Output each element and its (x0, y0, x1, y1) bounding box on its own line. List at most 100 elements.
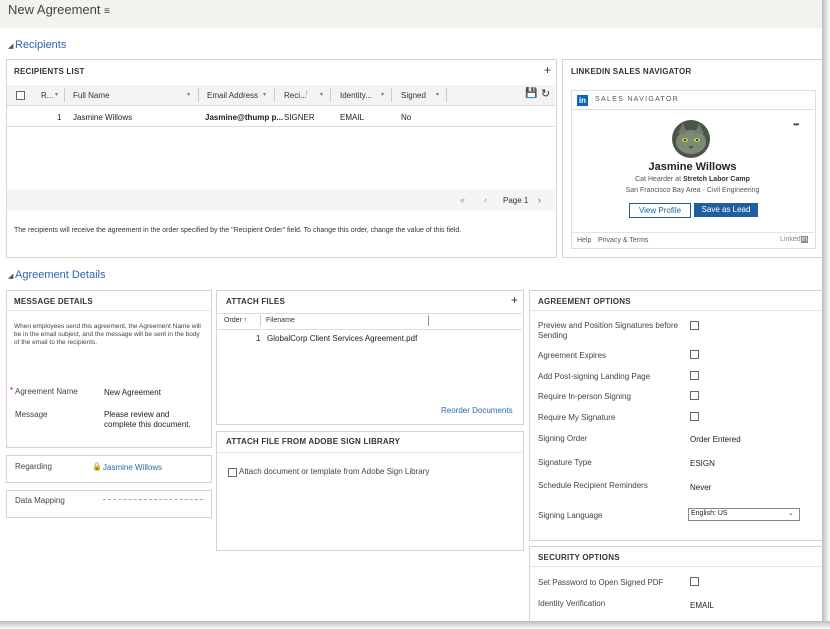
attach-files-title: ATTACH FILES (226, 297, 285, 306)
chevron-down-icon[interactable]: ▾ (381, 91, 384, 98)
section-agreement-details[interactable]: Agreement Details (15, 269, 106, 281)
attach-library-checkbox[interactable] (228, 468, 237, 477)
pager-bar (7, 189, 555, 211)
option-preview-position-checkbox[interactable] (690, 321, 699, 330)
window-shadow (0, 621, 830, 629)
file-name[interactable]: GlobalCorp Client Services Agreement.pdf (267, 334, 417, 343)
profile-company: Stretch Labor Camp (682, 176, 750, 183)
recipients-list-title: RECIPIENTS LIST (14, 67, 85, 76)
title-bar (0, 0, 822, 28)
password-option-label: Set Password to Open Signed PDF (538, 578, 664, 587)
option-my-signature-checkbox[interactable] (690, 412, 699, 421)
attach-library-label: Attach document or template from Adobe S… (239, 467, 430, 476)
option-in-person-label: Require In-person Signing (538, 392, 631, 401)
linkedin-panel-title: LINKEDIN SALES NAVIGATOR (571, 67, 692, 76)
chevron-down-icon[interactable]: ▾ (55, 91, 58, 98)
save-view-icon[interactable]: 💾 (525, 88, 537, 99)
col-separator (428, 315, 429, 326)
add-recipient-button[interactable]: + (544, 63, 551, 77)
option-in-person-checkbox[interactable] (690, 391, 699, 400)
file-order: 1 (256, 334, 261, 343)
linkedin-footer-logo: Linkedin (780, 236, 809, 243)
signature-type-field[interactable]: ESIGN (690, 459, 715, 468)
option-agreement-expires-checkbox[interactable] (690, 350, 699, 359)
col-separator (391, 88, 392, 102)
collapse-caret-icon[interactable]: ◢ (8, 272, 13, 280)
add-file-button[interactable]: + (511, 293, 518, 307)
chevron-down-icon[interactable]: ▾ (436, 91, 439, 98)
divider (7, 310, 210, 311)
chevron-down-icon[interactable]: ▾ (263, 91, 266, 98)
col-filename[interactable]: Filename (266, 317, 295, 324)
more-options-icon[interactable]: ••• (793, 120, 799, 129)
option-agreement-expires-label: Agreement Expires (538, 351, 607, 360)
adobe-library-panel (216, 431, 524, 551)
chevron-down-icon[interactable]: ▾ (320, 91, 323, 98)
agreement-name-field[interactable]: New Agreement (104, 388, 161, 397)
attach-files-panel (216, 290, 524, 425)
linkedin-footer-text: Linked (780, 236, 801, 243)
message-label: Message (15, 410, 48, 419)
col-order[interactable]: Order ↑ (224, 317, 247, 324)
signing-language-value: English: US (691, 510, 728, 517)
reorder-documents-link[interactable]: Reorder Documents (441, 406, 513, 415)
profile-title-prefix: Cat Hearder at (635, 176, 683, 183)
data-mapping-field[interactable] (103, 499, 203, 501)
page-indicator: Page 1 (503, 196, 529, 205)
col-separator (446, 88, 447, 102)
reminders-label: Schedule Recipient Reminders (538, 481, 648, 490)
section-recipients[interactable]: Recipients (15, 39, 66, 51)
option-my-signature-label: Require My Signature (538, 413, 616, 422)
col-identity[interactable]: Identity... (340, 91, 372, 100)
sort-up-icon[interactable]: ↑ (305, 90, 309, 97)
col-signed[interactable]: Signed (401, 91, 426, 100)
row-signed: No (401, 113, 412, 122)
col-order[interactable]: R... (41, 91, 53, 100)
regarding-link[interactable]: Jasmine Willows (103, 463, 162, 472)
profile-name[interactable]: Jasmine Willows (571, 161, 814, 173)
col-separator (330, 88, 331, 102)
col-separator (274, 88, 275, 102)
linkedin-footer-in: in (800, 236, 809, 243)
linkedin-logo-icon: in (577, 95, 588, 106)
option-landing-page-label: Add Post-signing Landing Page (538, 372, 651, 381)
agreement-name-label: Agreement Name (15, 387, 78, 396)
password-option-checkbox[interactable] (690, 577, 699, 586)
row-email[interactable]: Jasmine@thump p... (205, 113, 283, 122)
next-page-button[interactable]: › (538, 195, 541, 205)
chevron-down-icon[interactable]: ⌄ (788, 509, 794, 517)
divider (571, 232, 814, 233)
required-marker: * (10, 386, 14, 395)
row-role: SIGNER (284, 113, 315, 122)
row-identity: EMAIL (340, 113, 365, 122)
col-separator (260, 315, 261, 326)
save-as-lead-button[interactable]: Save as Lead (694, 203, 758, 217)
files-header-row (217, 313, 522, 330)
row-order: 1 (57, 113, 62, 122)
signing-order-field[interactable]: Order Entered (690, 435, 741, 444)
prev-page-button[interactable]: ‹ (484, 195, 487, 205)
row-full-name[interactable]: Jasmine Willows (73, 113, 132, 122)
select-all-checkbox[interactable] (16, 91, 25, 100)
regarding-label: Regarding (15, 462, 52, 471)
refresh-icon[interactable]: ↻ (541, 87, 550, 100)
col-email[interactable]: Email Address (207, 91, 258, 100)
identity-verification-field[interactable]: EMAIL (690, 601, 714, 610)
avatar (672, 120, 710, 158)
help-link[interactable]: Help (577, 237, 591, 244)
window-shadow (822, 0, 830, 629)
option-preview-position-label: Preview and Position Signatures before S… (538, 321, 679, 340)
message-field[interactable]: Please review and complete this document… (104, 410, 204, 430)
view-profile-button[interactable]: View Profile (629, 203, 691, 218)
col-full-name[interactable]: Full Name (73, 91, 109, 100)
option-landing-page-checkbox[interactable] (690, 371, 699, 380)
collapse-caret-icon[interactable]: ◢ (8, 42, 13, 50)
agreement-options-title: AGREEMENT OPTIONS (538, 297, 631, 306)
divider (530, 566, 821, 567)
first-page-button[interactable]: « (460, 195, 465, 205)
menu-icon[interactable]: ≡ (104, 6, 110, 17)
chevron-down-icon[interactable]: ▾ (187, 91, 190, 98)
col-role[interactable]: Reci... (284, 91, 307, 100)
privacy-terms-link[interactable]: Privacy & Terms (598, 237, 648, 244)
reminders-field[interactable]: Never (690, 483, 711, 492)
